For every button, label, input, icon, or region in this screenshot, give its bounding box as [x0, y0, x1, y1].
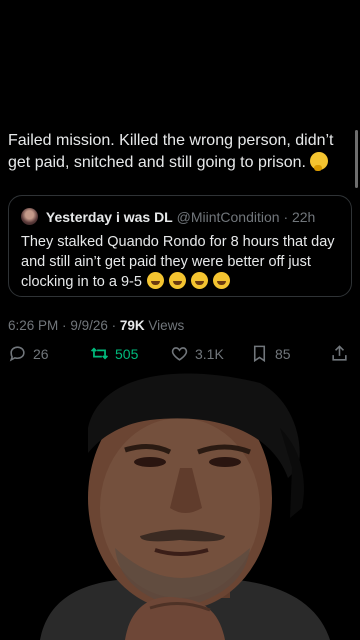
quoted-post-header: Yesterday i was DL @MiintCondition · 22h — [21, 208, 315, 225]
views-count[interactable]: 79K — [120, 318, 145, 333]
thinking-face-emoji-icon — [310, 152, 329, 171]
scrollbar[interactable] — [355, 130, 358, 188]
quoted-author-name[interactable]: Yesterday i was DL — [46, 209, 173, 225]
post-text-block: Failed mission. Killed the wrong person,… — [8, 130, 348, 174]
post-metadata: 6:26 PM · 9/9/26 · 79K Views — [8, 318, 184, 333]
post-date: 9/9/26 — [70, 318, 108, 333]
man-reaction-image — [40, 373, 330, 640]
tears-of-joy-emoji-icon — [213, 272, 231, 289]
post-time: 6:26 PM — [8, 318, 59, 333]
tears-of-joy-emoji-icon — [146, 272, 164, 289]
reply-icon — [9, 346, 25, 362]
share-icon — [332, 345, 347, 361]
post-text: Failed mission. Killed the wrong person,… — [8, 132, 334, 171]
tears-of-joy-emoji-icon — [168, 272, 186, 289]
views-label: Views — [148, 318, 185, 333]
quoted-post-card[interactable]: Yesterday i was DL @MiintCondition · 22h… — [8, 195, 352, 297]
tears-of-joy-emoji-icon — [191, 272, 208, 289]
quoted-post-time: · 22h — [283, 209, 316, 225]
quoted-post-text-block: They stalked Quando Rondo for 8 hours th… — [21, 232, 339, 292]
meta-separator: · — [62, 318, 67, 333]
share-button[interactable] — [330, 344, 349, 363]
avatar[interactable] — [21, 208, 38, 225]
reaction-video-overlay — [30, 358, 330, 640]
meta-separator: · — [111, 318, 117, 333]
quoted-author-handle[interactable]: @MiintCondition — [177, 209, 280, 225]
